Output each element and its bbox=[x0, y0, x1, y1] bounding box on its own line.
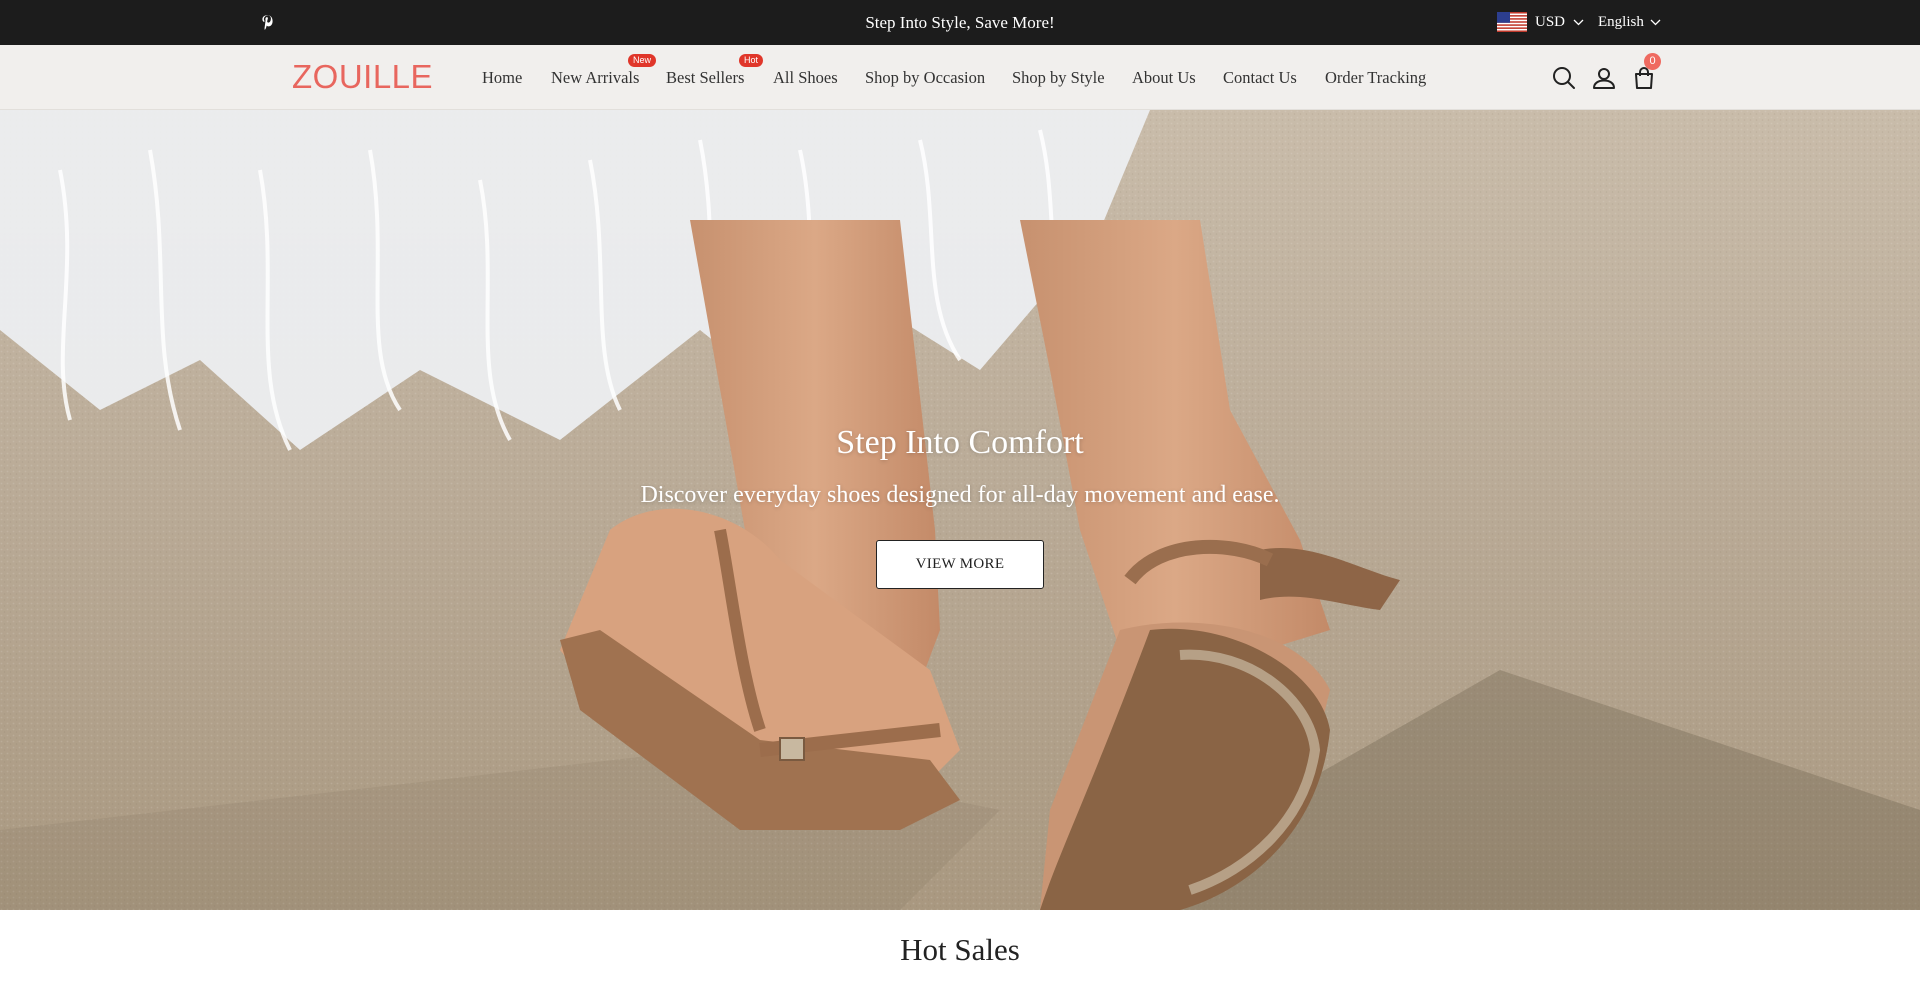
nav-new-arrivals[interactable]: New Arrivals bbox=[551, 45, 639, 110]
hero-title: Step Into Comfort bbox=[836, 424, 1084, 461]
announcement-bar: Step Into Style, Save More! USD English bbox=[0, 0, 1920, 45]
language-selector[interactable]: English bbox=[1598, 11, 1661, 33]
view-more-button[interactable]: VIEW MORE bbox=[876, 540, 1044, 589]
hero-subtitle: Discover everyday shoes designed for all… bbox=[640, 482, 1280, 508]
hero-banner: Step Into Comfort Discover everyday shoe… bbox=[0, 110, 1920, 910]
site-header: ZOUILLE Home New Arrivals New Best Selle… bbox=[0, 45, 1920, 110]
nav-contact-us[interactable]: Contact Us bbox=[1223, 45, 1297, 110]
currency-selector[interactable]: USD bbox=[1497, 11, 1584, 33]
chevron-down-icon bbox=[1650, 19, 1661, 25]
nav-best-sellers[interactable]: Best Sellers bbox=[666, 45, 744, 110]
nav-home[interactable]: Home bbox=[482, 45, 522, 110]
hot-badge: Hot bbox=[739, 54, 764, 67]
chevron-down-icon bbox=[1573, 19, 1584, 25]
hero-background-image bbox=[0, 110, 1920, 910]
account-icon[interactable] bbox=[1591, 65, 1617, 91]
nav-all-shoes[interactable]: All Shoes bbox=[773, 45, 838, 110]
nav-shop-by-style[interactable]: Shop by Style bbox=[1012, 45, 1105, 110]
nav-order-tracking[interactable]: Order Tracking bbox=[1325, 45, 1426, 110]
language-label: English bbox=[1598, 13, 1644, 30]
currency-label: USD bbox=[1535, 13, 1566, 30]
search-icon[interactable] bbox=[1551, 65, 1577, 91]
us-flag-icon bbox=[1497, 12, 1527, 32]
nav-about-us[interactable]: About Us bbox=[1132, 45, 1196, 110]
new-badge: New bbox=[628, 54, 657, 67]
logo[interactable]: ZOUILLE bbox=[292, 57, 433, 97]
hot-sales-title: Hot Sales bbox=[900, 932, 1020, 967]
nav-shop-by-occasion[interactable]: Shop by Occasion bbox=[865, 45, 985, 110]
cart-count-badge: 0 bbox=[1644, 53, 1661, 70]
